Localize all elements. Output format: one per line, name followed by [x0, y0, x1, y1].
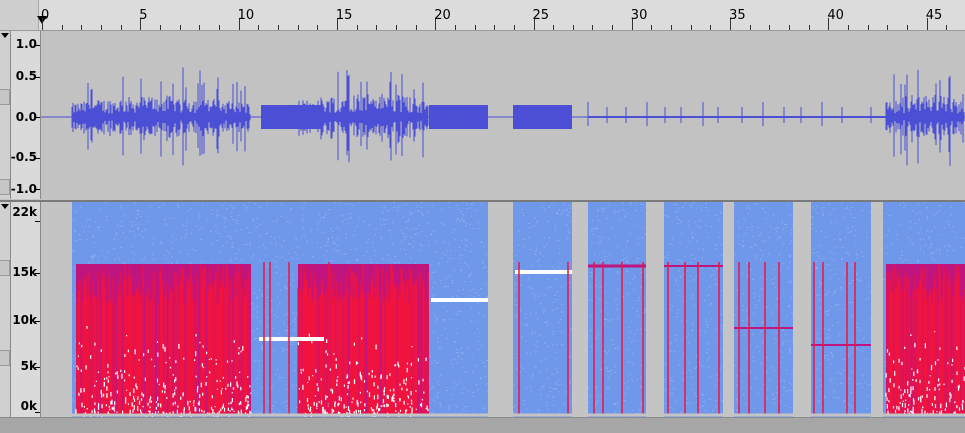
- amplitude-tick: [35, 117, 40, 118]
- timeline-tick: [218, 25, 220, 30]
- spectrogram-segment: [513, 202, 572, 418]
- timeline-tick: [749, 25, 751, 30]
- timeline-tick: [277, 25, 279, 30]
- timeline-tick: [946, 25, 948, 30]
- timeline-tick-label: 15: [335, 8, 353, 23]
- spectrogram-segment: [811, 202, 871, 418]
- timeline-tick-label: 20: [434, 8, 451, 23]
- frequency-label: 0k: [20, 399, 37, 413]
- amplitude-label: 1.0: [15, 37, 37, 51]
- timeline-tick-label: 35: [729, 8, 746, 23]
- timeline-tick: [789, 25, 791, 30]
- amplitude-tick: [35, 158, 40, 159]
- timeline-tick-label: 45: [925, 8, 943, 23]
- track-menu-arrow-icon[interactable]: [1, 204, 9, 209]
- spectrogram-segment: [664, 202, 723, 418]
- timeline-tick: [395, 25, 397, 30]
- frequency-label: 10k: [12, 313, 37, 327]
- timeline-tick: [179, 25, 181, 30]
- track-control-slot[interactable]: [0, 260, 10, 276]
- timeline-tick: [258, 25, 260, 30]
- amplitude-label: -1.0: [10, 182, 37, 196]
- timeline-tick: [887, 25, 889, 30]
- timeline-tick-label: 40: [827, 8, 844, 23]
- spectrogram-graphic: [41, 202, 965, 418]
- amplitude-label: -0.5: [10, 150, 37, 164]
- timeline-tick: [415, 25, 417, 30]
- frequency-ruler: 22k 15k 10k 5k 0k: [11, 202, 41, 418]
- timeline-tick: [199, 25, 201, 30]
- frequency-tick: [35, 321, 40, 322]
- timeline-tick-label: 10: [237, 8, 255, 23]
- timeline-tick: [81, 25, 83, 30]
- track-control-panel[interactable]: [0, 31, 11, 199]
- waveform-tone-block: [429, 105, 488, 129]
- timeline-tick: [159, 25, 161, 30]
- timeline-ruler[interactable]: 0 5 10 15 20 25 30 35 40 45: [0, 0, 965, 31]
- timeline-tick: [553, 25, 555, 30]
- frequency-tick: [35, 221, 40, 222]
- timeline-tick: [494, 25, 496, 30]
- amplitude-tick: [35, 189, 40, 190]
- timeline-tick-label: 5: [139, 8, 148, 23]
- timeline-tick: [100, 25, 102, 30]
- horizontal-scrollbar[interactable]: [0, 417, 965, 433]
- timeline-tick: [474, 25, 476, 30]
- frequency-label: 5k: [20, 359, 37, 373]
- timeline-tick: [317, 25, 319, 30]
- timeline-tick: [356, 25, 358, 30]
- waveform-graphic: [41, 31, 965, 199]
- timeline-tick-label: 0: [41, 8, 50, 23]
- timeline-tick: [513, 25, 515, 30]
- waveform-track[interactable]: 1.0 0.5 0.0 -0.5 -1.0: [0, 31, 965, 199]
- spectrogram-segment: [429, 202, 488, 418]
- timeline-tick: [376, 25, 378, 30]
- ruler-corner: [0, 0, 39, 30]
- frequency-tick: [35, 273, 40, 274]
- timeline-tick: [612, 25, 614, 30]
- track-control-slot[interactable]: [0, 350, 10, 366]
- track-menu-arrow-icon[interactable]: [1, 33, 9, 38]
- waveform-area[interactable]: [41, 31, 965, 199]
- timeline-tick: [867, 25, 869, 30]
- spectrogram-segment: [256, 202, 296, 418]
- timeline-tick: [454, 25, 456, 30]
- timeline-tick-label: 25: [532, 8, 550, 23]
- frequency-tick: [35, 367, 40, 368]
- spectrogram-segment: [588, 202, 646, 418]
- track-control-panel[interactable]: [0, 202, 11, 418]
- timeline-tick: [848, 25, 850, 30]
- amplitude-label: 0.0: [15, 110, 37, 124]
- spectrogram-track[interactable]: 22k 15k 10k 5k 0k: [0, 200, 965, 418]
- timeline-tick: [808, 25, 810, 30]
- frequency-label: 15k: [12, 265, 37, 279]
- timeline-tick: [671, 25, 673, 30]
- waveform-tone-block: [261, 105, 287, 129]
- timeline-tick: [120, 25, 122, 30]
- frequency-label: 22k: [12, 205, 37, 219]
- amplitude-ruler: 1.0 0.5 0.0 -0.5 -1.0: [11, 31, 41, 199]
- timeline-tick: [651, 25, 653, 30]
- amplitude-tick: [35, 45, 40, 46]
- timeline-tick-label: 30: [630, 8, 648, 23]
- frequency-tick: [35, 412, 40, 413]
- spectrogram-area[interactable]: [41, 202, 965, 418]
- timeline-tick: [572, 25, 574, 30]
- timeline-tick: [710, 25, 712, 30]
- track-control-slot[interactable]: [0, 179, 10, 195]
- timeline-tick: [690, 25, 692, 30]
- track-control-slot[interactable]: [0, 89, 10, 105]
- amplitude-tick: [35, 77, 40, 78]
- timeline-tick: [769, 25, 771, 30]
- waveform-tone-block: [513, 105, 572, 129]
- amplitude-label: 0.5: [15, 69, 37, 83]
- timeline-tick: [61, 25, 63, 30]
- timeline-tick: [592, 25, 594, 30]
- timeline-tick: [297, 25, 299, 30]
- timeline-tick: [907, 25, 909, 30]
